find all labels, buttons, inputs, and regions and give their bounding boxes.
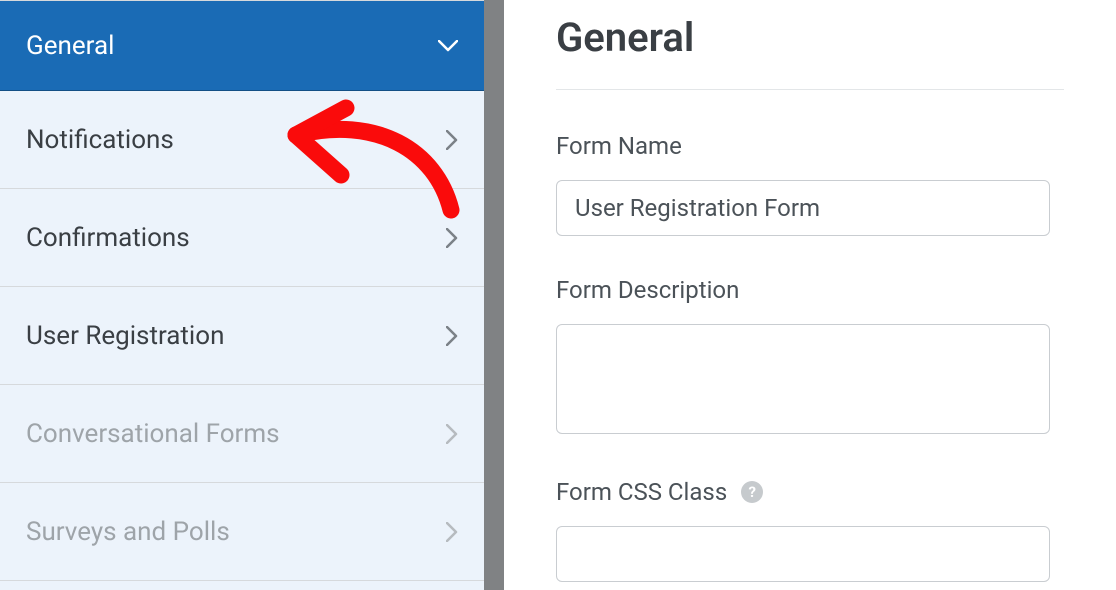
form-css-class-label: Form CSS Class: [556, 478, 727, 506]
chevron-right-icon: [446, 130, 458, 150]
sidebar-item-label: Conversational Forms: [26, 419, 280, 449]
form-name-label: Form Name: [556, 132, 1064, 160]
page-title: General: [556, 14, 1064, 61]
settings-panel: General Form Name Form Description Form …: [504, 0, 1116, 590]
form-description-label: Form Description: [556, 276, 1064, 304]
sidebar-item-conversational-forms[interactable]: Conversational Forms: [0, 385, 484, 483]
sidebar-item-user-registration[interactable]: User Registration: [0, 287, 484, 385]
sidebar-item-notifications[interactable]: Notifications: [0, 91, 484, 189]
sidebar-item-label: User Registration: [26, 321, 224, 351]
form-description-input[interactable]: [556, 324, 1050, 434]
help-icon[interactable]: ?: [741, 481, 763, 503]
panel-divider: [484, 0, 504, 590]
chevron-down-icon: [438, 40, 458, 52]
field-form-css-class: Form CSS Class ?: [556, 478, 1064, 582]
chevron-right-icon: [446, 228, 458, 248]
sidebar-item-general[interactable]: General: [0, 1, 484, 91]
field-form-name: Form Name: [556, 132, 1064, 236]
chevron-right-icon: [446, 326, 458, 346]
sidebar-item-surveys-polls[interactable]: Surveys and Polls: [0, 483, 484, 581]
form-name-input[interactable]: [556, 180, 1050, 236]
section-divider: [556, 89, 1064, 90]
field-form-description: Form Description: [556, 276, 1064, 438]
chevron-right-icon: [446, 424, 458, 444]
settings-sidebar: General Notifications Confirmations User…: [0, 0, 484, 590]
sidebar-item-label: General: [26, 31, 114, 61]
sidebar-item-label: Notifications: [26, 125, 174, 155]
sidebar-item-confirmations[interactable]: Confirmations: [0, 189, 484, 287]
chevron-right-icon: [446, 522, 458, 542]
sidebar-item-label: Confirmations: [26, 223, 190, 253]
form-css-class-input[interactable]: [556, 526, 1050, 582]
sidebar-item-label: Surveys and Polls: [26, 517, 230, 547]
